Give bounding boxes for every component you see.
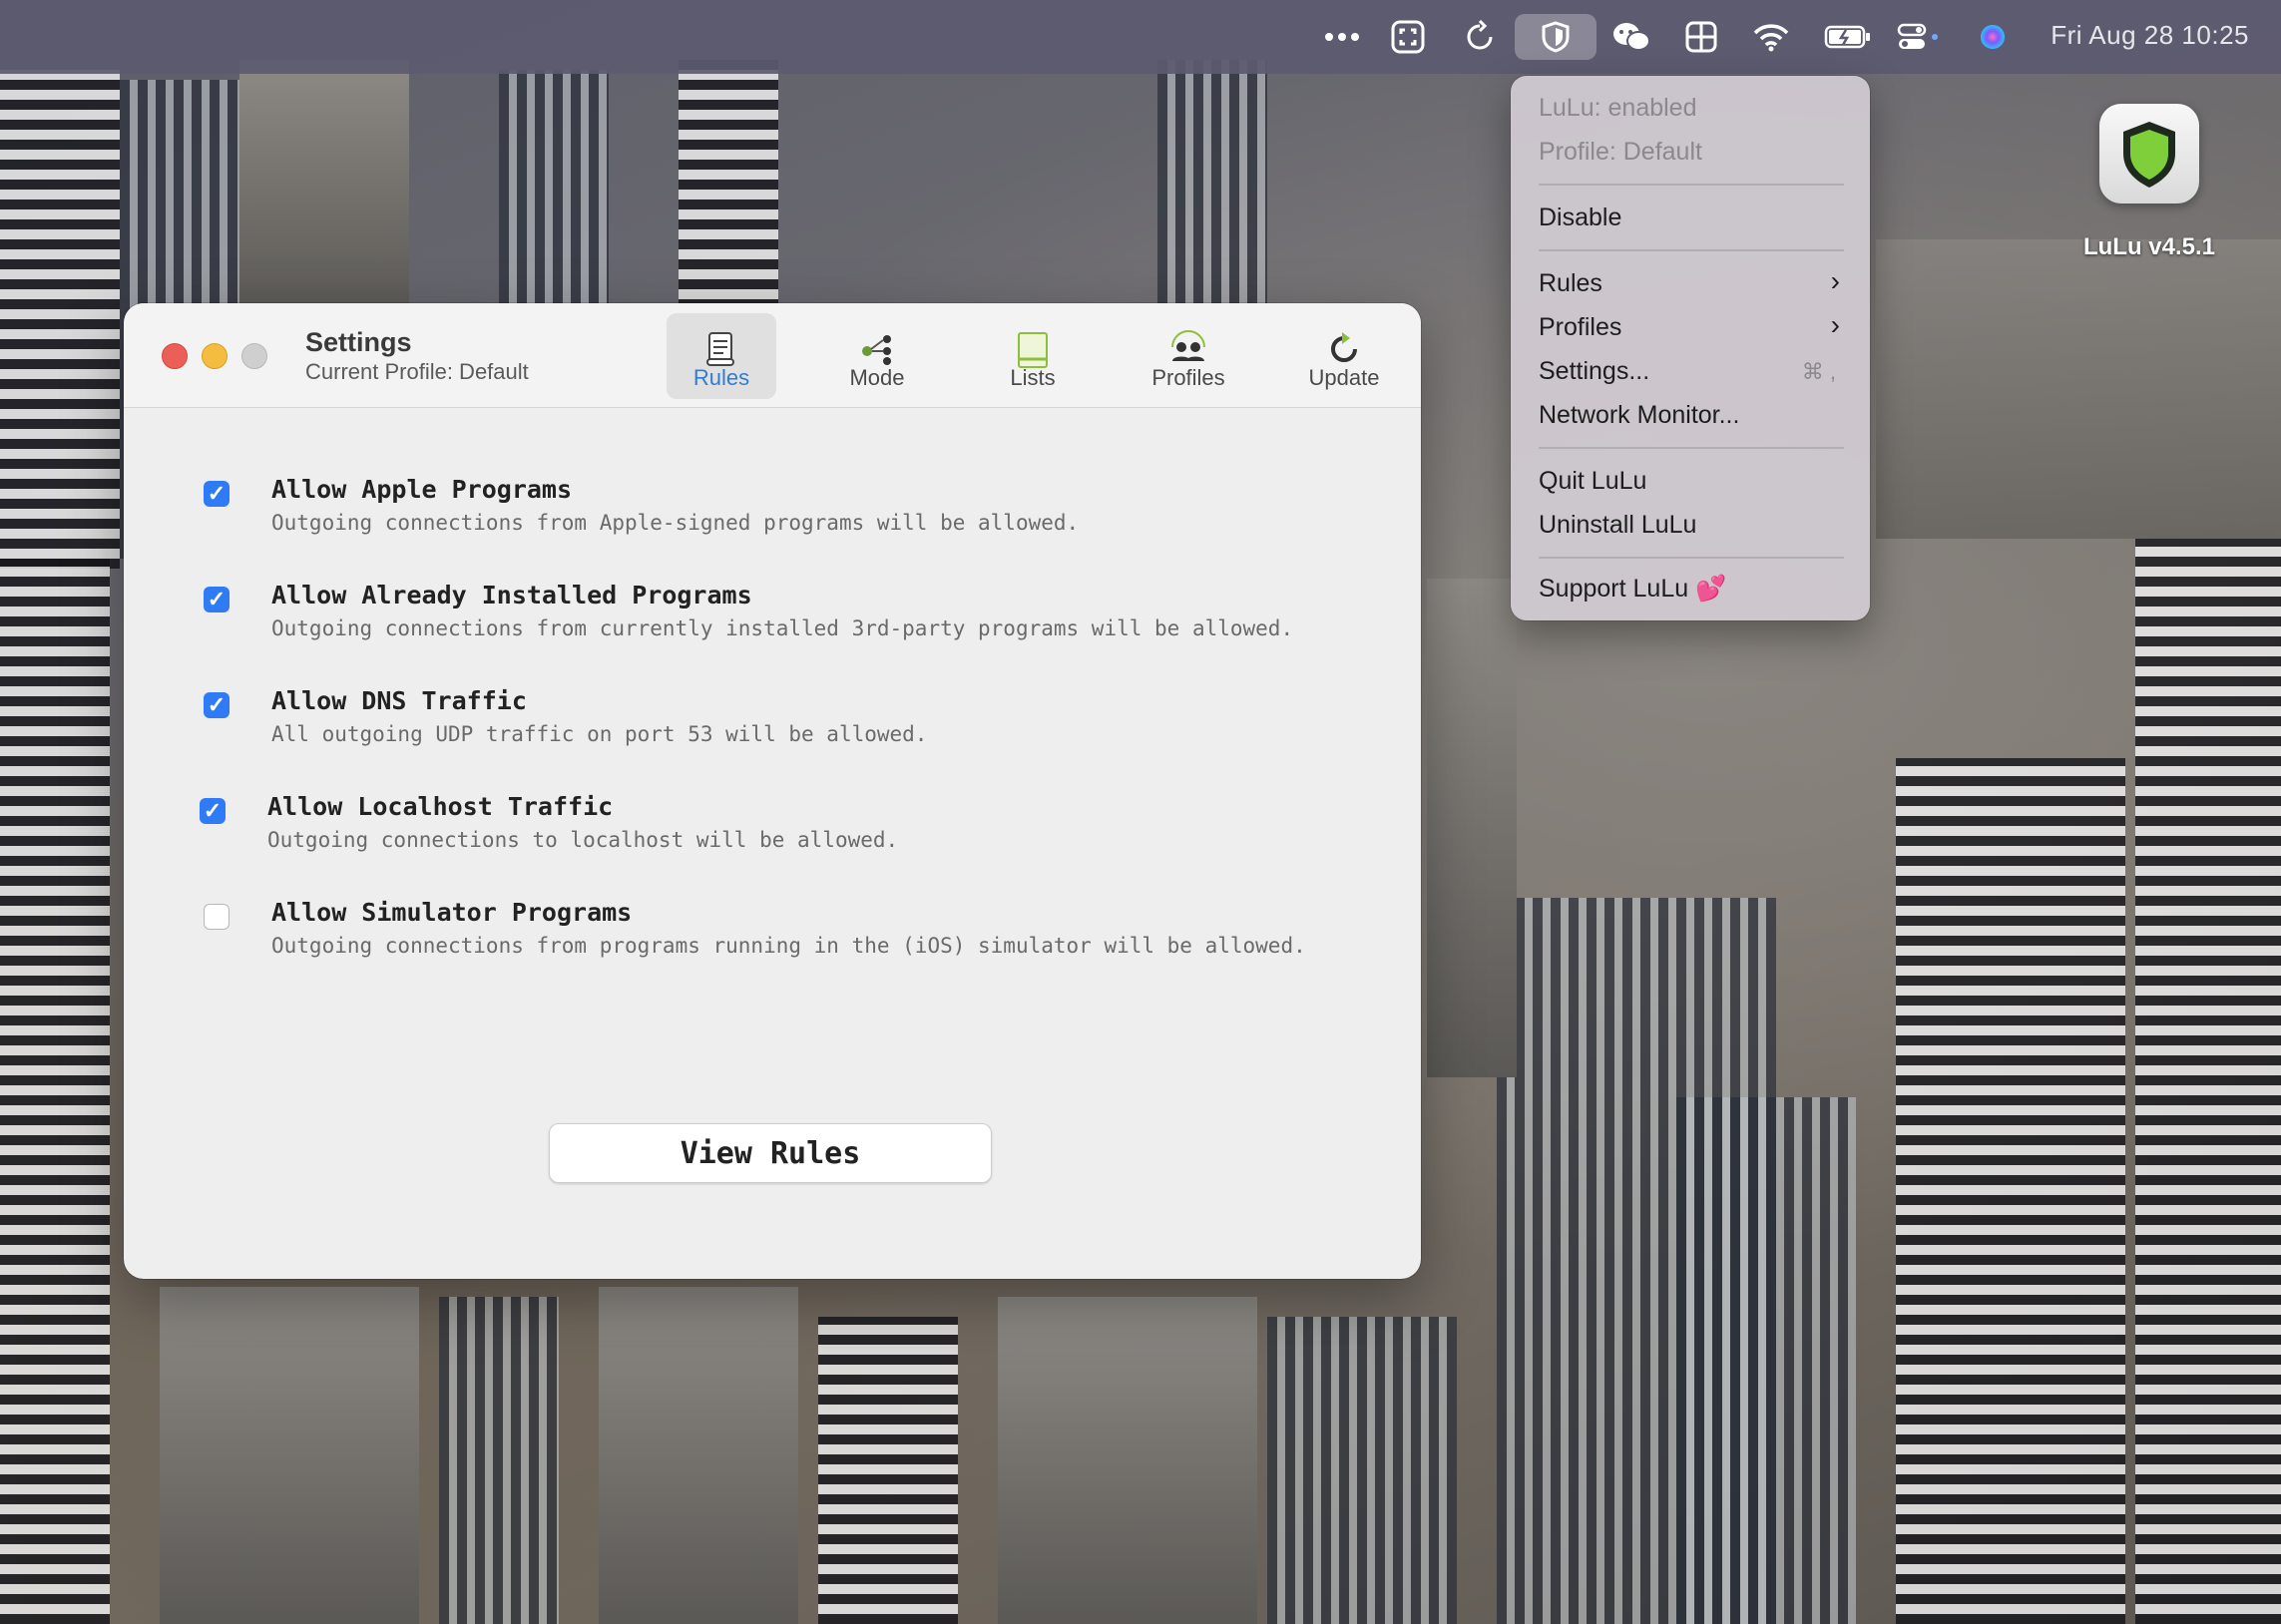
screenshot-icon[interactable] xyxy=(1385,14,1431,60)
tab-profiles-label: Profiles xyxy=(1151,365,1225,390)
rule-allow-dns-traffic: ✓ Allow DNS Traffic All outgoing UDP tra… xyxy=(124,686,1421,766)
lulu-app-label[interactable]: LuLu v4.5.1 xyxy=(2065,233,2233,261)
close-button[interactable] xyxy=(162,343,188,369)
chevron-right-icon: › xyxy=(1830,265,1840,296)
wifi-icon[interactable] xyxy=(1748,14,1794,60)
tab-rules-label: Rules xyxy=(692,365,750,390)
menu-item-support[interactable]: Support LuLu 💕 xyxy=(1539,575,1726,604)
minimize-button[interactable] xyxy=(202,343,228,369)
checkbox-dns-traffic[interactable]: ✓ xyxy=(204,692,229,718)
tab-rules[interactable]: Rules xyxy=(667,313,776,399)
checkbox-apple-programs[interactable]: ✓ xyxy=(204,481,229,507)
checkbox-localhost-traffic[interactable]: ✓ xyxy=(200,798,226,824)
menu-separator xyxy=(1539,249,1844,251)
tab-update[interactable]: Update xyxy=(1289,313,1399,399)
menu-item-disable[interactable]: Disable xyxy=(1539,203,1621,232)
rule-allow-apple-programs: ✓ Allow Apple Programs Outgoing connecti… xyxy=(124,475,1421,555)
menu-bar: Fri Aug 28 10:25 xyxy=(0,0,2281,74)
tab-profiles[interactable]: Profiles xyxy=(1134,313,1243,399)
rule-title: Allow DNS Traffic xyxy=(271,686,527,715)
tab-mode-label: Mode xyxy=(849,365,905,390)
battery-icon[interactable] xyxy=(1824,14,1870,60)
menu-item-uninstall[interactable]: Uninstall LuLu xyxy=(1539,511,1696,540)
menu-profile: Profile: Default xyxy=(1539,138,1702,166)
menu-item-network-monitor[interactable]: Network Monitor... xyxy=(1539,401,1739,430)
settings-shortcut: ⌘ , xyxy=(1801,359,1836,384)
menubar-clock[interactable]: Fri Aug 28 10:25 xyxy=(2051,20,2249,51)
siri-icon[interactable] xyxy=(1970,14,2016,60)
menu-separator xyxy=(1539,447,1844,449)
lulu-status-menu: LuLu: enabled Profile: Default Disable R… xyxy=(1511,76,1870,620)
grid-icon[interactable] xyxy=(1678,14,1724,60)
view-rules-button[interactable]: View Rules xyxy=(549,1123,992,1183)
rule-allow-installed-programs: ✓ Allow Already Installed Programs Outgo… xyxy=(124,581,1421,660)
menu-status: LuLu: enabled xyxy=(1539,94,1697,122)
menu-item-settings[interactable]: Settings... xyxy=(1539,357,1649,386)
rule-title: Allow Apple Programs xyxy=(271,475,573,504)
tab-mode[interactable]: Mode xyxy=(822,313,932,399)
more-icon[interactable] xyxy=(1319,14,1365,60)
menu-item-profiles[interactable]: Profiles xyxy=(1539,313,1621,342)
settings-window: Settings Current Profile: Default Rules … xyxy=(124,303,1421,1279)
control-center-icon[interactable] xyxy=(1896,14,1942,60)
window-subtitle: Current Profile: Default xyxy=(305,359,529,384)
rule-title: Allow Already Installed Programs xyxy=(271,581,752,609)
chevron-right-icon: › xyxy=(1830,309,1840,340)
rule-description: Outgoing connections from currently inst… xyxy=(271,616,1294,640)
lulu-shield-icon[interactable] xyxy=(1515,14,1597,60)
menu-separator xyxy=(1539,557,1844,559)
rule-description: Outgoing connections to localhost will b… xyxy=(267,828,899,852)
checkbox-installed-programs[interactable]: ✓ xyxy=(204,587,229,612)
rule-allow-simulator-programs: Allow Simulator Programs Outgoing connec… xyxy=(124,898,1421,978)
rule-description: Outgoing connections from Apple-signed p… xyxy=(271,511,1080,535)
menu-item-rules[interactable]: Rules xyxy=(1539,269,1602,298)
tab-update-label: Update xyxy=(1308,365,1380,390)
tab-lists-label: Lists xyxy=(1010,365,1056,390)
rule-allow-localhost-traffic: ✓ Allow Localhost Traffic Outgoing conne… xyxy=(124,792,1421,872)
rule-title: Allow Simulator Programs xyxy=(271,898,633,927)
lulu-app-icon[interactable] xyxy=(2099,104,2199,203)
sync-icon[interactable] xyxy=(1457,14,1503,60)
rule-title: Allow Localhost Traffic xyxy=(267,792,614,821)
tab-lists[interactable]: Lists xyxy=(978,313,1088,399)
zoom-button[interactable] xyxy=(241,343,267,369)
rule-description: All outgoing UDP traffic on port 53 will… xyxy=(271,722,928,746)
window-titlebar: Settings Current Profile: Default Rules … xyxy=(124,303,1421,408)
menu-separator xyxy=(1539,184,1844,186)
menu-item-quit[interactable]: Quit LuLu xyxy=(1539,467,1646,496)
wechat-icon[interactable] xyxy=(1608,14,1654,60)
rule-description: Outgoing connections from programs runni… xyxy=(271,934,1306,958)
window-title: Settings xyxy=(305,327,412,357)
checkbox-simulator-programs[interactable] xyxy=(204,904,229,930)
